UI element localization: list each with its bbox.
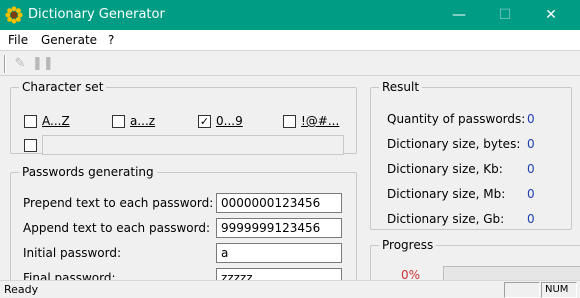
- initial-password-input[interactable]: [216, 243, 342, 263]
- result-title: Result: [382, 80, 420, 94]
- sunflower-icon: [5, 6, 23, 24]
- append-label: Append text to each password:: [23, 221, 210, 235]
- charset-digits-checkbox[interactable]: ✓: [198, 115, 211, 128]
- generating-title: Passwords generating: [22, 165, 154, 179]
- charset-lowercase-checkbox[interactable]: [112, 115, 125, 128]
- window-title: Dictionary Generator: [28, 7, 165, 22]
- charset-group: Character set A...Z a...z ✓ 0...9 !@#...: [10, 80, 357, 155]
- prepend-label: Prepend text to each password:: [23, 196, 214, 210]
- size-mb-value: 0: [527, 187, 535, 201]
- status-panel-blank: [504, 282, 540, 298]
- result-group: Result Quantity of passwords: 0 Dictiona…: [370, 80, 572, 230]
- menu-generate[interactable]: Generate: [41, 33, 97, 47]
- toolbar-grip: [4, 55, 6, 73]
- size-bytes-value: 0: [527, 137, 535, 151]
- size-bytes-label: Dictionary size, bytes:: [387, 137, 521, 151]
- size-kb-value: 0: [527, 162, 535, 176]
- maximize-button[interactable]: ☐: [482, 0, 528, 30]
- quantity-value: 0: [527, 112, 535, 126]
- pencil-icon[interactable]: ✎: [12, 55, 28, 73]
- progress-title: Progress: [382, 238, 434, 252]
- charset-uppercase-label: A...Z: [42, 114, 70, 128]
- charset-symbols-checkbox[interactable]: [283, 115, 296, 128]
- close-button[interactable]: ✕: [528, 0, 574, 30]
- charset-custom-input[interactable]: [42, 135, 344, 155]
- charset-uppercase-checkbox[interactable]: [24, 115, 37, 128]
- charset-lowercase-label: a...z: [130, 114, 156, 128]
- generating-group: Passwords generating Prepend text to eac…: [10, 165, 357, 288]
- toolbar: ✎ ❚❚: [0, 50, 580, 76]
- quantity-label: Quantity of passwords:: [387, 112, 526, 126]
- charset-title: Character set: [22, 80, 104, 94]
- pause-icon[interactable]: ❚❚: [32, 55, 54, 73]
- append-input[interactable]: [216, 218, 342, 238]
- size-gb-value: 0: [527, 212, 535, 226]
- menu-file[interactable]: File: [8, 33, 28, 47]
- title-bar: Dictionary Generator — ☐ ✕: [0, 0, 580, 30]
- status-num-indicator: NUM: [541, 282, 577, 298]
- size-gb-label: Dictionary size, Gb:: [387, 212, 505, 226]
- prepend-input[interactable]: [216, 193, 342, 213]
- menu-bar: File Generate ?: [0, 30, 580, 50]
- menu-help[interactable]: ?: [108, 33, 114, 47]
- status-text: Ready: [4, 283, 39, 296]
- charset-custom-checkbox[interactable]: [24, 139, 37, 152]
- size-kb-label: Dictionary size, Kb:: [387, 162, 503, 176]
- charset-digits-label: 0...9: [216, 114, 243, 128]
- initial-password-label: Initial password:: [23, 246, 122, 260]
- charset-symbols-label: !@#...: [301, 114, 340, 128]
- minimize-button[interactable]: —: [436, 0, 482, 30]
- status-bar: Ready NUM: [0, 280, 580, 298]
- size-mb-label: Dictionary size, Mb:: [387, 187, 506, 201]
